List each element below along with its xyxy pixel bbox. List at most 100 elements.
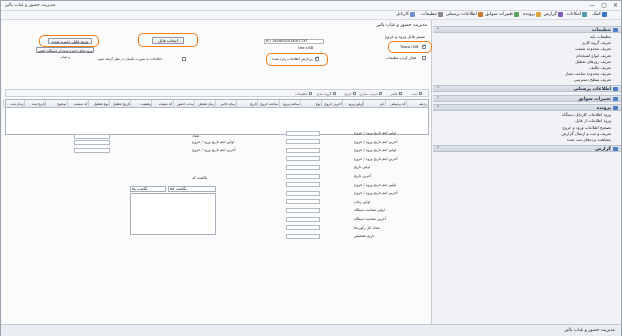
right-field-input[interactable]: [286, 182, 320, 188]
sidebar-section[interactable]: ⌃ تنظیمات: [433, 26, 621, 33]
filter-checkbox[interactable]: [378, 91, 382, 96]
grid-column-header[interactable]: اولین ورود: [348, 102, 363, 106]
grid-column-header[interactable]: کد پرسنلی: [390, 102, 405, 106]
sidebar-item[interactable]: تعریف گروه کاری: [582, 40, 611, 45]
grid-column-separator[interactable]: [342, 100, 344, 108]
menu-item-tools[interactable]: امکانات: [567, 12, 587, 17]
middle-field-input[interactable]: [74, 147, 110, 153]
grid-column-separator[interactable]: [130, 100, 132, 108]
filter-item[interactable]: گروه بندی: [316, 92, 336, 96]
grid-column-separator[interactable]: [109, 100, 110, 108]
menu-item-records[interactable]: تغییرات سوابق: [485, 12, 519, 17]
grid-column-header[interactable]: کد شیفت: [159, 102, 172, 106]
grid-column-separator[interactable]: [278, 100, 280, 108]
right-field-input[interactable]: [286, 199, 320, 205]
grid-column-separator[interactable]: [405, 100, 407, 108]
minimize-button[interactable]: —: [589, 2, 595, 9]
use-usb-checkbox[interactable]: [422, 44, 426, 49]
grid-column-header[interactable]: ردیف: [419, 102, 427, 106]
sidebar-section[interactable]: ⌃ پرونده: [433, 104, 621, 112]
close-button[interactable]: ✕: [613, 2, 618, 9]
right-field-input[interactable]: [286, 173, 320, 179]
grid-column-separator[interactable]: [24, 100, 26, 108]
right-field-input[interactable]: [286, 164, 320, 170]
right-field-input[interactable]: [286, 130, 320, 136]
grid-column-separator[interactable]: [151, 100, 153, 108]
grid-column-header[interactable]: آخرین خروج: [324, 102, 341, 106]
grid-column-header[interactable]: ساعت ورود: [283, 102, 300, 106]
grid-column-separator[interactable]: [172, 100, 174, 108]
filter-item[interactable]: ثبت: [412, 92, 422, 96]
select-file-button[interactable]: انتخاب فایل: [152, 37, 184, 44]
grid-column-header[interactable]: تاریخ ثبت: [32, 102, 45, 106]
right-field-input[interactable]: [286, 147, 320, 153]
grid-column-separator[interactable]: [384, 100, 386, 108]
filter-item[interactable]: مرتب سازی: [359, 92, 382, 96]
mapping-dropdown-a[interactable]: نگاشت کد: [168, 186, 216, 192]
grid-column-header[interactable]: وضعیت: [140, 102, 151, 106]
right-field-input[interactable]: [286, 216, 320, 222]
fast-load-checkbox[interactable]: [422, 56, 426, 60]
menu-item-help[interactable]: کمک: [592, 12, 607, 17]
grid-column-separator[interactable]: [215, 100, 216, 108]
same-day-checkbox[interactable]: [182, 57, 186, 61]
right-field-input[interactable]: [286, 156, 320, 162]
sidebar-item[interactable]: تعریف انواع استخدام: [576, 53, 611, 58]
grid-column-header[interactable]: تاریخ: [250, 102, 257, 106]
grid-column-header[interactable]: مدت حضور: [177, 102, 193, 106]
right-field-input[interactable]: [286, 139, 320, 145]
grid-column-separator[interactable]: [45, 100, 47, 108]
maximize-button[interactable]: ▢: [601, 2, 607, 9]
chevron-up-icon[interactable]: ⌃: [436, 86, 440, 92]
menu-item-report[interactable]: گزارش: [543, 12, 563, 17]
sidebar-item[interactable]: تعریف سطح دسترسی: [574, 77, 612, 82]
filter-checkbox[interactable]: [352, 91, 356, 96]
menu-item-settings[interactable]: تنظیمات: [421, 12, 443, 17]
read-device-button[interactable]: ورود فایل ذخیره شده از دستگاه حضور و غیا…: [36, 47, 94, 59]
filter-checkbox[interactable]: [308, 91, 312, 96]
records-grid[interactable]: ردیف کد پرسنلی نام اولین ورود آخرین خروج نوع س…: [3, 99, 429, 135]
chevron-up-icon[interactable]: ⌃: [436, 27, 440, 33]
mapping-list[interactable]: [130, 193, 216, 235]
sidebar-section[interactable]: ⌃ گزارش: [433, 144, 621, 152]
grid-column-header[interactable]: توضیح: [57, 102, 66, 106]
grid-column-header[interactable]: نوع: [316, 102, 321, 106]
sidebar-item[interactable]: تعریف تکلیف: [589, 65, 611, 70]
right-field-input[interactable]: [286, 225, 320, 231]
menu-item-file[interactable]: پرونده: [523, 12, 541, 17]
grid-column-separator[interactable]: [257, 100, 259, 108]
grid-column-header[interactable]: ساعت خروج: [260, 102, 278, 106]
grid-column-separator[interactable]: [363, 100, 365, 108]
transfer-checkbox[interactable]: [315, 56, 319, 61]
grid-column-header[interactable]: زمان تعجیل: [198, 102, 214, 106]
sidebar-item[interactable]: تصحیح اطلاعات ورود و خروج: [562, 125, 611, 130]
grid-column-separator[interactable]: [193, 100, 195, 108]
sidebar-item[interactable]: تنظیمات پایه: [590, 34, 611, 39]
filter-checkbox[interactable]: [332, 91, 336, 96]
sidebar-item[interactable]: تعریف محدوده شیفت: [575, 46, 611, 51]
sidebar-item[interactable]: ورود اطلاعات از فایل: [575, 118, 611, 123]
sidebar-section[interactable]: ⌃ تغییرات سوابق: [433, 94, 621, 102]
grid-column-header[interactable]: زمان تاخیر: [221, 102, 236, 106]
right-field-input[interactable]: [286, 207, 320, 213]
chevron-up-icon[interactable]: ⌃: [436, 96, 440, 102]
filter-item[interactable]: فیلتر: [390, 92, 402, 96]
middle-field-input[interactable]: [74, 133, 110, 139]
sidebar-item[interactable]: تعریف و ثبت و ارسال گزارش: [561, 131, 611, 136]
sidebar-section[interactable]: ⌃ اطلاعات پرسنلی: [433, 85, 621, 93]
right-field-input[interactable]: [286, 233, 320, 239]
grid-column-separator[interactable]: [321, 100, 322, 108]
chevron-up-icon[interactable]: ⌃: [436, 146, 440, 152]
grid-column-separator[interactable]: [299, 100, 301, 108]
filter-item[interactable]: تاریخ: [344, 92, 356, 96]
grid-column-header[interactable]: زمان ثبت: [10, 102, 23, 106]
sidebar-item[interactable]: تعریف محدوده ساعت مجاز: [565, 71, 611, 76]
grid-column-header[interactable]: نام: [380, 102, 384, 106]
grid-column-header[interactable]: تاریخ تعطیل: [113, 102, 130, 106]
right-field-input[interactable]: [286, 190, 320, 196]
menu-item-personnel[interactable]: اطلاعات پرسنلی: [446, 12, 483, 17]
grid-column-header[interactable]: نوع تعطیل: [94, 102, 109, 106]
filter-item[interactable]: تنظیمات: [295, 92, 312, 96]
grid-column-separator[interactable]: [66, 100, 68, 108]
read-card-button[interactable]: ورود فایل ذخیره شده: [48, 38, 92, 44]
